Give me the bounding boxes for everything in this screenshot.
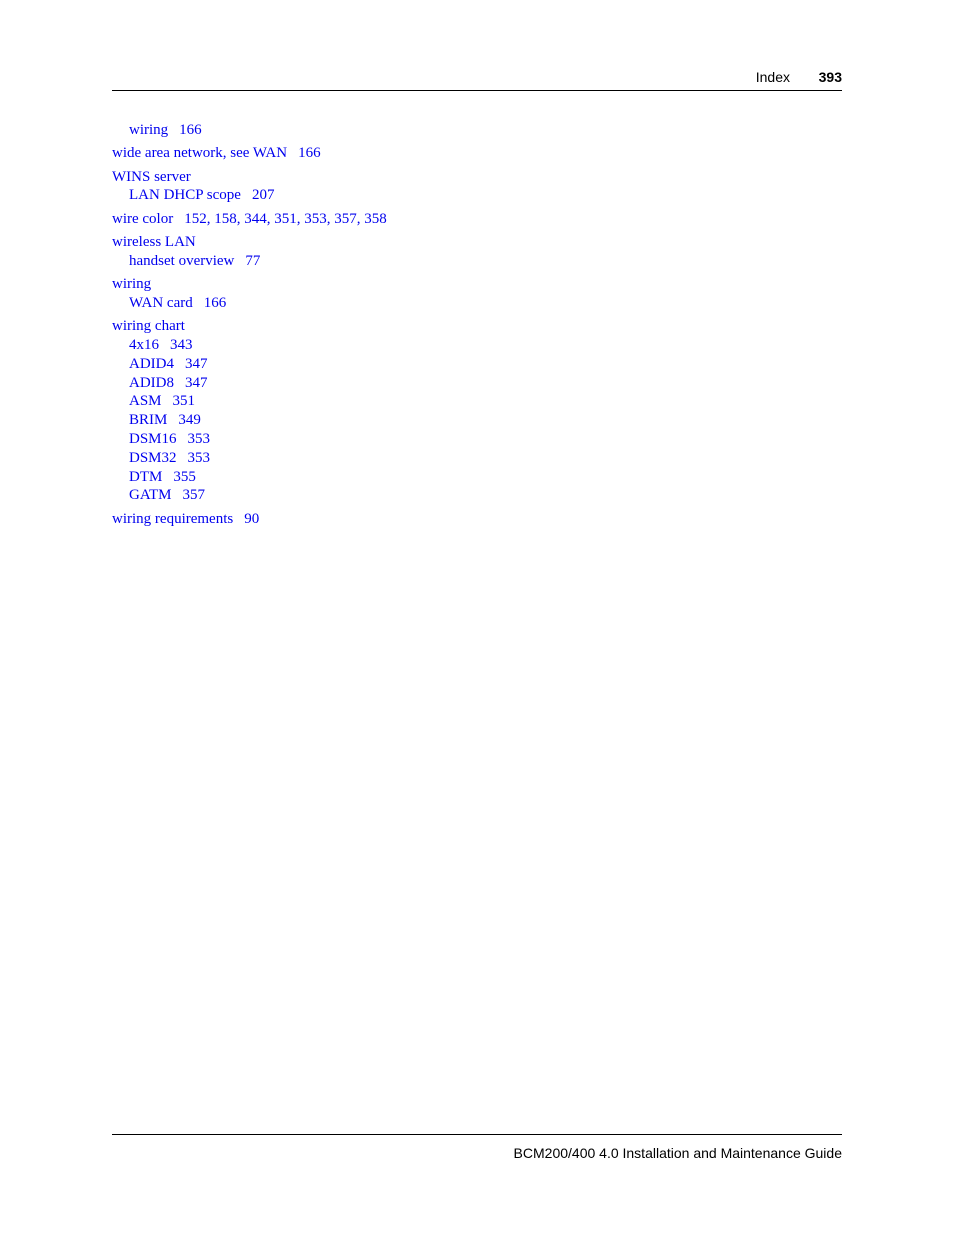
index-term-link[interactable]: DTM	[129, 469, 162, 485]
header-section-title: Index	[755, 69, 790, 85]
index-page-links[interactable]: 77	[245, 253, 260, 269]
index-page-links[interactable]: 166	[204, 295, 227, 311]
index-term-link[interactable]: ADID8	[129, 375, 174, 391]
index-term-link[interactable]: wiring	[129, 122, 168, 138]
index-term-link[interactable]: 4x16	[129, 337, 159, 353]
index-subentry: WAN card 166	[112, 294, 387, 313]
index-term-link[interactable]: wiring	[112, 276, 151, 292]
index-entry: wiring chart	[112, 317, 387, 336]
index-term-link[interactable]: WINS server	[112, 169, 191, 185]
index-term-link[interactable]: ASM	[129, 393, 162, 409]
index-entry: WINS server	[112, 168, 387, 187]
index-page-links[interactable]: 343	[170, 337, 193, 353]
index-page-links[interactable]: 353	[188, 450, 211, 466]
index-subentry: DTM 355	[112, 468, 387, 487]
index-page-links[interactable]: 152, 158, 344, 351, 353, 357, 358	[184, 211, 387, 227]
index-entry: wire color 152, 158, 344, 351, 353, 357, …	[112, 210, 387, 229]
index-subentry: ADID4 347	[112, 355, 387, 374]
index-subentry: wiring 166	[112, 121, 387, 140]
index-term-link[interactable]: wire color	[112, 211, 173, 227]
index-subentry: handset overview 77	[112, 252, 387, 271]
index-subentry: ASM 351	[112, 392, 387, 411]
index-subentry: DSM16 353	[112, 430, 387, 449]
index-term-link[interactable]: LAN DHCP scope	[129, 187, 241, 203]
index-term-link[interactable]: wide area network, see WAN	[112, 145, 287, 161]
footer-document-title: BCM200/400 4.0 Installation and Maintena…	[513, 1145, 842, 1161]
index-subentry: ADID8 347	[112, 374, 387, 393]
index-page-links[interactable]: 347	[185, 375, 208, 391]
header-page-number: 393	[818, 69, 842, 85]
index-term-link[interactable]: DSM32	[129, 450, 177, 466]
index-page-links[interactable]: 351	[173, 393, 196, 409]
index-entry: wireless LAN	[112, 233, 387, 252]
page-header: Index 393	[112, 66, 842, 91]
index-subentry: LAN DHCP scope 207	[112, 186, 387, 205]
index-entry: wiring requirements 90	[112, 510, 387, 529]
index-subentry: BRIM 349	[112, 411, 387, 430]
index-page-links[interactable]: 207	[252, 187, 275, 203]
index-term-link[interactable]: wiring chart	[112, 318, 185, 334]
index-term-link[interactable]: wiring requirements	[112, 511, 233, 527]
index-page-links[interactable]: 355	[173, 469, 196, 485]
index-page-links[interactable]: 90	[244, 511, 259, 527]
index-subentry: GATM 357	[112, 486, 387, 505]
index-term-link[interactable]: wireless LAN	[112, 234, 196, 250]
index-term-link[interactable]: DSM16	[129, 431, 177, 447]
index-page-links[interactable]: 347	[185, 356, 208, 372]
index-subentry: 4x16 343	[112, 336, 387, 355]
index-term-link[interactable]: handset overview	[129, 253, 234, 269]
index-subentry: DSM32 353	[112, 449, 387, 468]
index-page-links[interactable]: 357	[183, 487, 206, 503]
index-term-link[interactable]: WAN card	[129, 295, 193, 311]
index-page-links[interactable]: 166	[179, 122, 202, 138]
index-term-link[interactable]: GATM	[129, 487, 172, 503]
page-footer: BCM200/400 4.0 Installation and Maintena…	[112, 1134, 842, 1161]
index-term-link[interactable]: BRIM	[129, 412, 167, 428]
index-page-links[interactable]: 353	[188, 431, 211, 447]
index-page-links[interactable]: 166	[298, 145, 321, 161]
index-entry: wiring	[112, 275, 387, 294]
index-page-links[interactable]: 349	[178, 412, 201, 428]
index-entry: wide area network, see WAN 166	[112, 144, 387, 163]
index-term-link[interactable]: ADID4	[129, 356, 174, 372]
index-list: wiring 166 wide area network, see WAN 166 WI…	[112, 121, 387, 528]
